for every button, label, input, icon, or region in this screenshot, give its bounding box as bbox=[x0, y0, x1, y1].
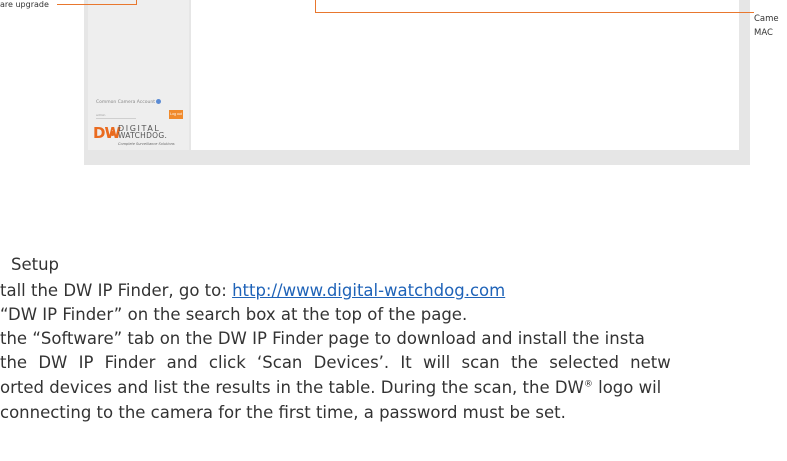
registered-mark: ® bbox=[583, 379, 593, 390]
callout-label-right-line1: Came bbox=[754, 14, 779, 24]
digital-watchdog-link[interactable]: http://www.digital-watchdog.com bbox=[232, 281, 505, 300]
body-line-6: connecting to the camera for the first t… bbox=[0, 403, 566, 422]
account-label-text: Common Camera Account bbox=[96, 100, 155, 105]
account-input[interactable]: admin bbox=[96, 112, 136, 119]
callout-label-right: Came MAC bbox=[754, 12, 779, 40]
callout-line-left-vertical bbox=[136, 0, 137, 5]
common-camera-account-label: Common Camera Account bbox=[96, 99, 161, 105]
line5-suffix: logo wil bbox=[592, 378, 662, 397]
help-icon[interactable] bbox=[155, 99, 161, 104]
line1-text: tall the DW IP Finder, go to: bbox=[0, 281, 233, 300]
body-line-2: “DW IP Finder” on the search box at the … bbox=[0, 305, 468, 324]
section-title: Setup bbox=[11, 255, 60, 274]
logo-name-bottom: WATCHDOG. bbox=[118, 131, 168, 140]
line5-text: orted devices and list the results in th… bbox=[0, 378, 584, 397]
manual-page: are upgrade Came MAC Common Camera Accou… bbox=[0, 0, 787, 461]
callout-line-left-horizontal bbox=[57, 4, 137, 5]
callout-line-right-horizontal bbox=[315, 12, 754, 13]
callout-label-left: are upgrade bbox=[0, 0, 49, 9]
dw-logo-mark: DW bbox=[93, 124, 121, 142]
logo-tagline: Complete Surveillance Solutions bbox=[118, 142, 175, 146]
logout-button[interactable]: Log out bbox=[169, 110, 183, 119]
body-line-3: the “Software” tab on the DW IP Finder p… bbox=[0, 329, 645, 348]
figure-main-panel bbox=[191, 0, 739, 150]
callout-label-right-line2: MAC bbox=[754, 28, 773, 38]
body-line-1: tall the DW IP Finder, go to: http://www… bbox=[0, 280, 505, 302]
logo-dot-icon bbox=[110, 131, 115, 136]
body-line-4: the DW IP Finder and click ‘Scan Devices… bbox=[0, 353, 671, 372]
body-line-5: orted devices and list the results in th… bbox=[0, 377, 661, 399]
